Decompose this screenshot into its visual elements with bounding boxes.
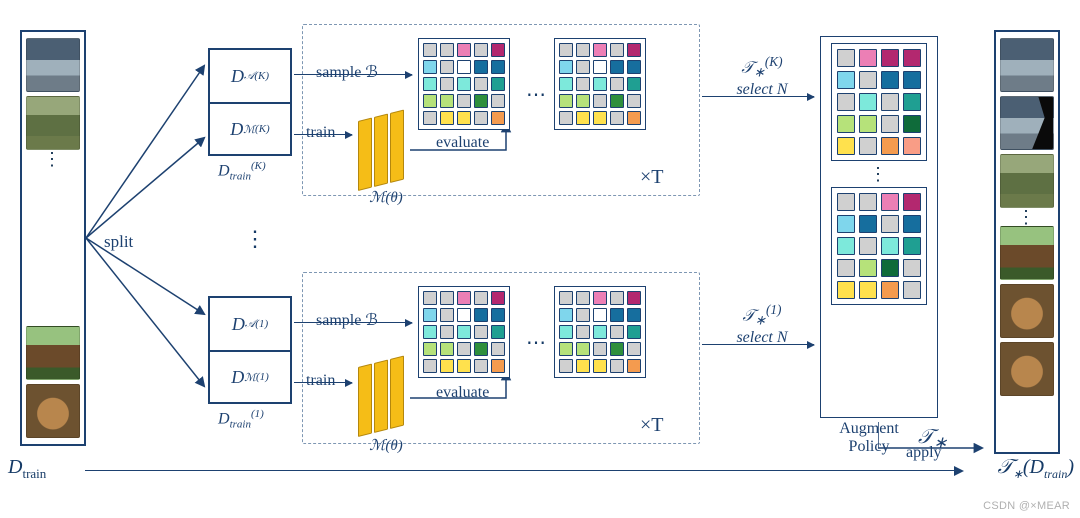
augmented-images-strip: ⋮ bbox=[994, 30, 1060, 454]
model-1 bbox=[358, 353, 414, 437]
fold-1-caption: Dtrain(1) bbox=[218, 408, 264, 431]
candidates-grid-1-2 bbox=[554, 286, 646, 378]
label-apply: apply bbox=[906, 444, 942, 462]
fold-k-caption: Dtrain(K) bbox=[218, 160, 266, 183]
fold-1-box: D𝒜(1) Dℳ(1) bbox=[208, 296, 292, 404]
label-eval-k: evaluate bbox=[436, 134, 489, 152]
label-train-1: train bbox=[306, 372, 335, 390]
label-select-k: 𝒯∗(K)select N bbox=[718, 54, 806, 99]
policy-grid-a bbox=[831, 43, 927, 161]
policy-grid-b bbox=[831, 187, 927, 305]
thumb-field bbox=[26, 96, 80, 150]
augment-policy-column: ⋮ bbox=[820, 36, 938, 418]
label-dtrain: Dtrain bbox=[8, 456, 46, 482]
candidates-grid-1-1 bbox=[418, 286, 510, 378]
watermark: CSDN @×MEAR bbox=[983, 500, 1070, 512]
label-sample-k: sample ℬ bbox=[316, 62, 378, 82]
fold-1-A: D𝒜(1) bbox=[210, 298, 290, 350]
train-images-strip: ⋮ bbox=[20, 30, 86, 446]
label-eval-1: evaluate bbox=[436, 384, 489, 402]
policy-vdots: ⋮ bbox=[869, 169, 889, 179]
thumb-car-aug2 bbox=[1000, 96, 1054, 150]
model-k bbox=[358, 107, 414, 191]
fold-k-box: D𝒜(K) Dℳ(K) bbox=[208, 48, 292, 156]
fold-1-M: Dℳ(1) bbox=[210, 350, 290, 402]
thumb-ground bbox=[26, 384, 80, 438]
pipeline-arrow bbox=[85, 470, 962, 471]
vdots-right: ⋮ bbox=[1017, 212, 1037, 222]
thumb-horse bbox=[26, 326, 80, 380]
model-k-caption: ℳ(θ) bbox=[356, 188, 416, 207]
thumb-field-aug bbox=[1000, 154, 1054, 208]
thumb-ground-aug1 bbox=[1000, 284, 1054, 338]
label-select-1: 𝒯∗(1)select N bbox=[718, 302, 806, 347]
vdots: ⋮ bbox=[43, 154, 63, 164]
label-split: split bbox=[104, 232, 133, 252]
model-1-caption: ℳ(θ) bbox=[356, 436, 416, 455]
hdots-1: ⋯ bbox=[526, 330, 546, 355]
timesT-k: ×T bbox=[640, 166, 664, 189]
thumb-ground-aug2 bbox=[1000, 342, 1054, 396]
fold-k-A: D𝒜(K) bbox=[210, 50, 290, 102]
candidates-grid-k-2 bbox=[554, 38, 646, 130]
folds-vdots: ⋮ bbox=[244, 226, 266, 252]
label-sample-1: sample ℬ bbox=[316, 310, 378, 330]
thumb-car bbox=[26, 38, 80, 92]
diagram-root: ⋮ Dtrain split D𝒜(K) Dℳ(K) Dtrain(K) D𝒜(… bbox=[0, 0, 1080, 518]
thumb-car-aug1 bbox=[1000, 38, 1054, 92]
label-train-k: train bbox=[306, 124, 335, 142]
label-t-dtrain: 𝒯∗(Dtrain) bbox=[997, 456, 1074, 482]
timesT-1: ×T bbox=[640, 414, 664, 437]
hdots-k: ⋯ bbox=[526, 82, 546, 107]
thumb-horse-aug bbox=[1000, 226, 1054, 280]
fold-k-M: Dℳ(K) bbox=[210, 102, 290, 154]
candidates-grid-k-1 bbox=[418, 38, 510, 130]
